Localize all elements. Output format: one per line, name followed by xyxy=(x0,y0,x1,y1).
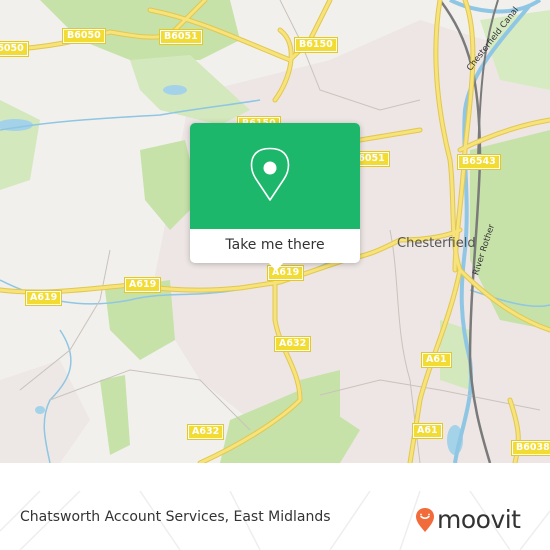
road-label-b6050: B6050 xyxy=(62,28,106,44)
road-label-b6150-north: B6150 xyxy=(294,37,338,53)
road-label-a61-north: A61 xyxy=(421,352,452,368)
location-title: Chatsworth Account Services, East Midlan… xyxy=(20,509,331,525)
road-label-a632-south: A632 xyxy=(186,424,225,440)
popup-pointer xyxy=(267,261,285,271)
road-label-b6051: B6051 xyxy=(159,29,203,45)
moovit-logo[interactable]: moovit xyxy=(415,505,521,535)
road-label-a619-mid: A619 xyxy=(123,277,162,293)
road-label-a61-south: A61 xyxy=(412,423,443,439)
road-label-a632-north: A632 xyxy=(273,336,312,352)
road-label-b6038: B6038 xyxy=(511,440,550,456)
popup-header xyxy=(190,123,360,229)
moovit-pin-icon xyxy=(416,508,434,532)
road-label-b6543: B6543 xyxy=(457,154,501,170)
road-label-a619-west: A619 xyxy=(24,290,63,306)
map-pin-icon xyxy=(250,147,290,201)
moovit-wordmark: moovit xyxy=(437,505,521,534)
footer-bar: Chatsworth Account Services, East Midlan… xyxy=(0,491,550,550)
road-label-b6050-west: B6050 xyxy=(0,41,29,57)
location-popup: Take me there xyxy=(190,123,360,271)
place-label-chesterfield: Chesterfield xyxy=(397,236,476,251)
take-me-there-button[interactable]: Take me there xyxy=(190,229,360,263)
